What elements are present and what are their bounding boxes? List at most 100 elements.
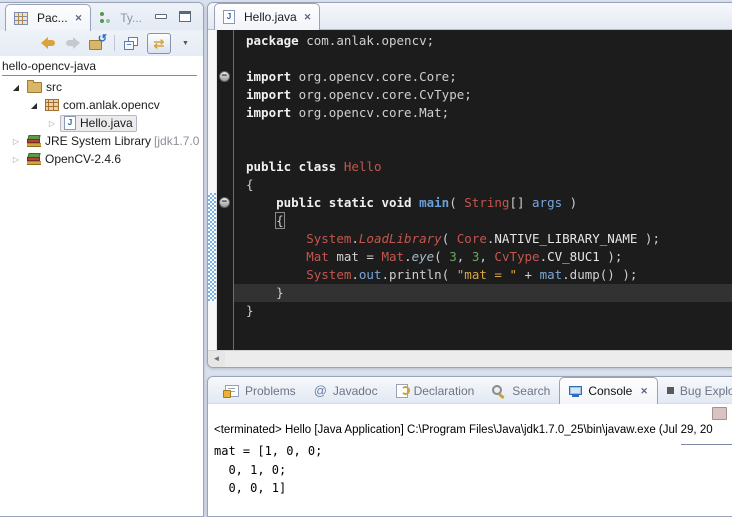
tab-type-hierarchy[interactable]: Ty...	[91, 5, 150, 30]
tree-item-label: com.anlak.opencv	[63, 98, 160, 112]
tree-item-opencv-2-4-6[interactable]: ▷ OpenCV-2.4.6	[0, 150, 203, 168]
console-icon	[569, 386, 582, 397]
code-line[interactable]	[234, 50, 732, 68]
console-divider	[681, 444, 732, 445]
console-toolbar-button[interactable]	[712, 407, 727, 420]
tab-label: Pac...	[37, 11, 68, 25]
tree-item-label: OpenCV-2.4.6	[45, 152, 121, 166]
code-line[interactable]: {	[234, 176, 732, 194]
code-line[interactable]: }	[234, 284, 732, 302]
expander-icon[interactable]: ◢	[11, 83, 21, 92]
tab-label: Hello.java	[244, 10, 297, 24]
editor-body: −− package com.anlak.opencv;import org.o…	[208, 30, 732, 351]
library-icon	[27, 135, 41, 147]
tree-item-src[interactable]: ◢ src	[0, 78, 203, 96]
console-toolbar	[208, 404, 732, 422]
tree-item-hello-java[interactable]: ▷ J Hello.java	[0, 114, 203, 132]
javadoc-icon: @	[314, 385, 327, 397]
close-icon[interactable]: ✕	[640, 386, 648, 397]
console-header: <terminated> Hello [Java Application] C:…	[208, 422, 732, 440]
tab-package-explorer[interactable]: Pac... ✕	[5, 4, 91, 31]
code-area[interactable]: package com.anlak.opencv; import org.open…	[234, 30, 732, 351]
tree-item-jre-system-library[interactable]: ▷ JRE System Library[jdk1.7.0	[0, 132, 203, 150]
package-icon	[45, 99, 59, 111]
tab-label: Search	[512, 384, 550, 398]
tab-search[interactable]: Search	[483, 378, 559, 403]
horizontal-scrollbar[interactable]: ◄	[208, 350, 732, 367]
package-explorer-tree: hello-opencv-java ◢ src ◢ com.anlak.opencv ▷…	[0, 56, 203, 168]
link-with-editor-button[interactable]: ⇄	[147, 33, 171, 54]
tab-problems[interactable]: Problems	[216, 378, 305, 403]
editor-panel: J Hello.java ✕ −− package com.anlak.open…	[207, 2, 732, 368]
tree-item-label: JRE System Library	[45, 134, 151, 148]
code-line[interactable]: System.LoadLibrary( Core.NATIVE_LIBRARY_…	[234, 230, 732, 248]
back-button[interactable]	[41, 37, 56, 49]
code-line[interactable]: System.out.println( "mat = " + mat.dump(…	[234, 266, 732, 284]
code-line[interactable]: Mat mat = Mat.eye( 3, 3, CvType.CV_8UC1 …	[234, 248, 732, 266]
console-output-line: 0, 1, 0;	[214, 461, 732, 480]
fold-collapse-icon[interactable]: −	[219, 197, 230, 208]
code-line[interactable]: import org.opencv.core.CvType;	[234, 86, 732, 104]
minimize-button[interactable]	[155, 14, 167, 19]
code-line[interactable]: public class Hello	[234, 158, 732, 176]
code-line[interactable]: public static void main( String[] args )	[234, 194, 732, 212]
tab-declaration[interactable]: Declaration	[387, 378, 484, 403]
fold-bar[interactable]: −−	[217, 30, 234, 351]
tree-item-label: src	[46, 80, 62, 94]
tree-item-label: Hello.java	[80, 116, 133, 130]
tab-console[interactable]: Console ✕	[559, 377, 658, 404]
tree-item-detail: [jdk1.7.0	[154, 134, 199, 148]
scroll-left-button[interactable]: ◄	[208, 351, 225, 367]
tab-label: Javadoc	[333, 384, 378, 398]
type-hierarchy-icon	[99, 12, 111, 24]
declaration-icon	[396, 384, 408, 398]
expander-icon[interactable]: ▷	[11, 155, 21, 164]
view-window-buttons	[155, 3, 191, 30]
view-menu-icon[interactable]: ▼	[182, 40, 189, 47]
code-line[interactable]	[234, 140, 732, 158]
navigate-up-button[interactable]: ↺	[89, 37, 105, 50]
tab-label: Console	[588, 384, 632, 398]
tab-hello-java[interactable]: J Hello.java ✕	[214, 3, 320, 30]
console-output[interactable]: mat = [1, 0, 0; 0, 1, 0; 0, 0, 1]	[208, 440, 732, 498]
close-icon[interactable]: ✕	[304, 12, 312, 23]
code-line[interactable]: }	[234, 302, 732, 320]
expander-icon[interactable]: ◢	[29, 101, 39, 110]
expander-icon[interactable]: ▷	[47, 119, 57, 128]
editor-tabbar: J Hello.java ✕	[208, 3, 732, 30]
tab-javadoc[interactable]: @ Javadoc	[305, 378, 387, 403]
tab-label: Problems	[245, 384, 296, 398]
package-tree: ◢ src ◢ com.anlak.opencv ▷ J Hello.java ▷ JRE Sy…	[0, 78, 203, 168]
expander-icon[interactable]: ▷	[11, 137, 21, 146]
close-icon[interactable]: ✕	[75, 13, 83, 24]
refresh-arrow-icon: ↺	[98, 32, 107, 45]
bug-square-icon	[667, 387, 674, 394]
tree-item-com-anlak-opencv[interactable]: ◢ com.anlak.opencv	[0, 96, 203, 114]
code-line[interactable]: package com.anlak.opencv;	[234, 32, 732, 50]
annotation-ruler[interactable]	[208, 30, 217, 351]
forward-button[interactable]	[65, 37, 80, 49]
console-output-line: 0, 0, 1]	[214, 479, 732, 498]
tree-item-project[interactable]: hello-opencv-java	[2, 59, 197, 76]
package-explorer-icon	[14, 12, 28, 25]
package-explorer-toolbar: ↺ − ⇄ ▼	[0, 30, 203, 56]
tab-bug-explorer[interactable]: Bug Explorer	[658, 378, 732, 403]
toolbar-separator	[114, 35, 115, 51]
code-line[interactable]	[234, 122, 732, 140]
code-line[interactable]: import org.opencv.core.Core;	[234, 68, 732, 86]
code-line[interactable]: {	[234, 212, 732, 230]
maximize-button[interactable]	[179, 11, 191, 22]
collapse-all-button[interactable]: −	[124, 37, 138, 50]
tab-label: Bug Explorer	[680, 384, 732, 398]
collapse-minus-icon: −	[124, 41, 134, 50]
method-range-indicator	[208, 193, 216, 301]
tab-label: Declaration	[414, 384, 475, 398]
java-file-icon: J	[64, 116, 76, 130]
java-file-icon: J	[223, 10, 235, 24]
folder-icon	[27, 82, 42, 93]
problems-icon	[225, 385, 239, 397]
fold-collapse-icon[interactable]: −	[219, 71, 230, 82]
package-explorer-panel: Pac... ✕ Ty... ↺ − ⇄ ▼ hello-opencv-java…	[0, 2, 204, 517]
tab-label: Ty...	[120, 11, 142, 25]
code-line[interactable]: import org.opencv.core.Mat;	[234, 104, 732, 122]
